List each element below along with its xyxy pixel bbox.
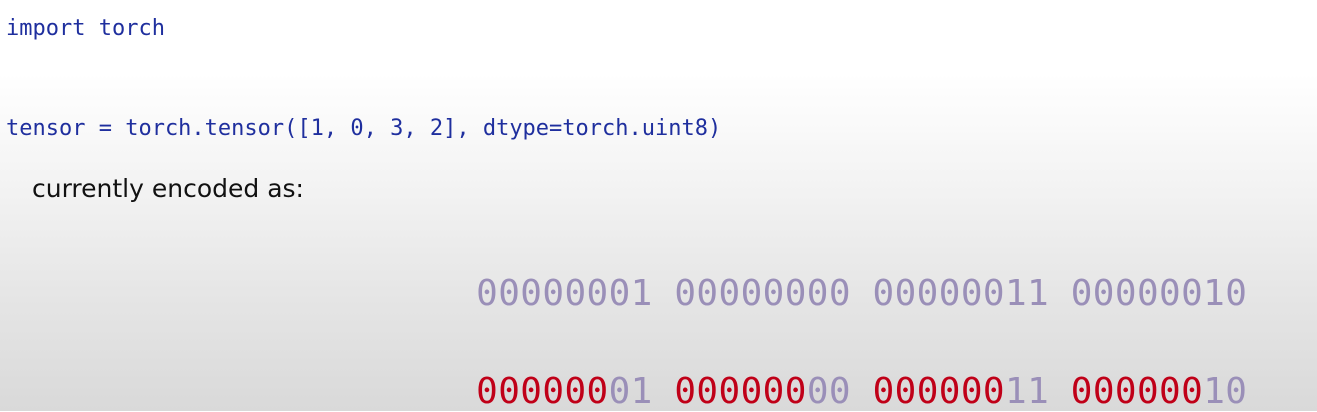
byte-value: 00000010 [1070,273,1248,314]
unused-high-bits: 000000 [1070,371,1204,412]
byte-value: 00000011 [872,273,1050,314]
byte-value: 00000000 [674,273,851,314]
used-low-bits: 00 [806,371,851,412]
used-low-bits: 01 [608,371,653,412]
highlighted-byte: 00000011 [873,374,1050,410]
unused-high-bits: 000000 [872,371,1006,412]
used-low-bits: 10 [1203,371,1248,412]
used-low-bits: 11 [1005,371,1050,412]
code-line-import: import torch [6,16,165,41]
highlighted-byte: 00000001 [476,374,653,410]
byte-value: 00000001 [476,273,653,314]
unused-high-bits: 000000 [674,371,807,412]
highlighted-encoding-row: 00000001 00000000 00000011 00000010 [432,338,1247,410]
code-line-tensor: tensor = torch.tensor([1, 0, 3, 2], dtyp… [6,116,722,141]
highlighted-byte: 00000010 [1071,374,1248,410]
binary-encoding-row: 00000001 00000000 00000011 00000010 [432,240,1247,312]
encoding-caption: currently encoded as: [32,174,304,203]
highlighted-byte: 00000000 [674,374,851,410]
unused-high-bits: 000000 [476,371,609,412]
